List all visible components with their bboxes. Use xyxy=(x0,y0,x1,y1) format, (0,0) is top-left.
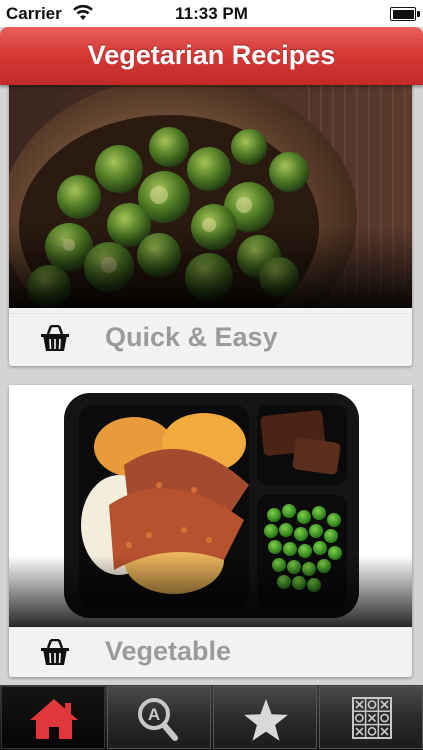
tab-games[interactable] xyxy=(319,686,423,749)
category-card-vegetable[interactable]: Vegetable xyxy=(9,385,412,677)
category-label: Vegetable xyxy=(105,636,232,666)
nav-header: Vegetarian Recipes xyxy=(0,27,423,85)
status-time: 11:33 PM xyxy=(175,4,248,23)
tab-bar: A xyxy=(0,685,423,750)
status-bar: Carrier 11:33 PM xyxy=(0,0,423,27)
home-icon xyxy=(30,699,78,739)
tab-search[interactable]: A xyxy=(107,686,211,749)
tic-tac-toe-icon xyxy=(352,697,392,739)
tab-home[interactable] xyxy=(1,686,105,749)
tab-favorites[interactable] xyxy=(213,686,317,749)
search-icon: A xyxy=(138,698,178,741)
category-label: Quick & Easy xyxy=(105,322,278,352)
page-title: Vegetarian Recipes xyxy=(87,40,336,70)
brussels-sprouts-photo xyxy=(9,85,412,308)
meatloaf-tray-photo xyxy=(9,385,412,627)
category-caption: Vegetable xyxy=(9,627,412,680)
category-card-quick-easy[interactable]: Quick & Easy xyxy=(9,85,412,366)
basket-icon xyxy=(41,325,69,351)
category-list[interactable]: Quick & Easy Vegetable xyxy=(0,85,423,685)
svg-text:A: A xyxy=(148,705,160,724)
star-icon xyxy=(244,699,288,741)
battery-icon xyxy=(390,7,420,21)
basket-icon xyxy=(41,639,69,665)
category-caption: Quick & Easy xyxy=(9,313,412,366)
